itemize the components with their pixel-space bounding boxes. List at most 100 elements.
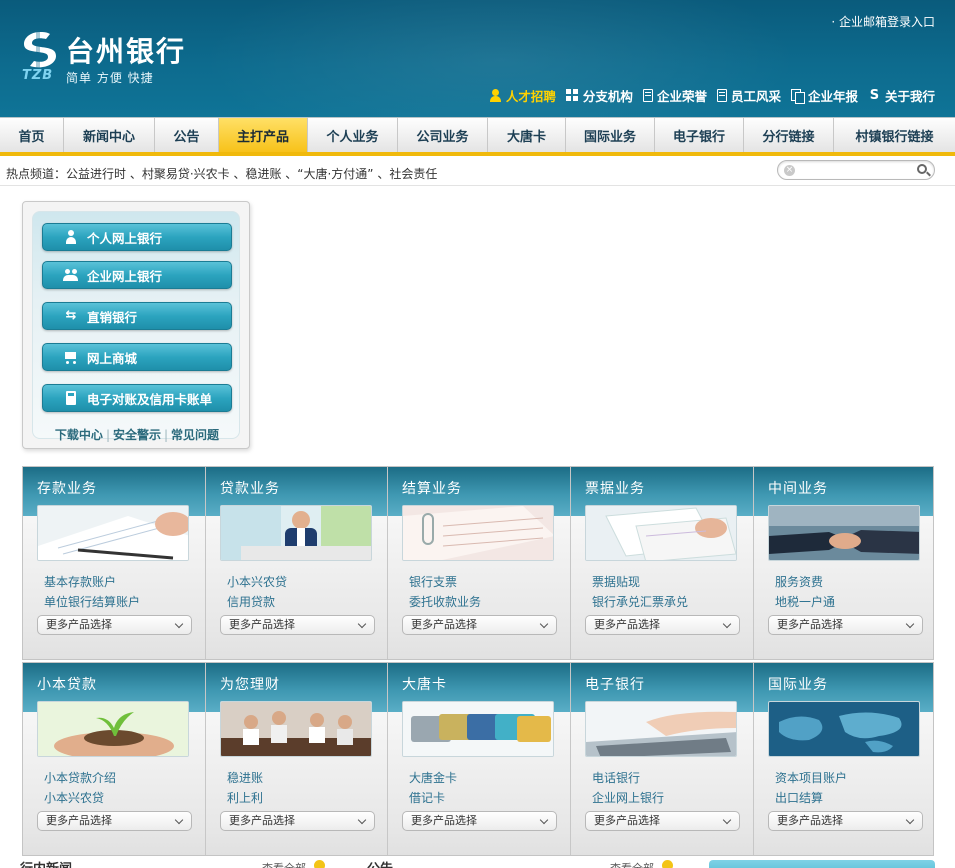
e-statement-button[interactable]: 电子对账及信用卡账单 [42, 384, 232, 412]
select-label: 更多产品选择 [46, 618, 112, 631]
online-mall-button[interactable]: 网上商城 [42, 343, 232, 371]
card-title[interactable]: 国际业务 [768, 674, 828, 694]
nav-item-village-bank-links[interactable]: 村镇银行链接 [834, 118, 955, 152]
loan-image[interactable] [220, 505, 372, 561]
product-link[interactable]: 稳进账 [227, 768, 263, 788]
bill-image[interactable] [585, 505, 737, 561]
more-products-select[interactable]: 更多产品选择 [585, 811, 740, 831]
header-link-honors[interactable]: 企业荣誉 [642, 86, 707, 105]
product-link[interactable]: 出口结算 [775, 788, 847, 808]
wealth-image[interactable] [220, 701, 372, 757]
quick-access-inner: 个人网上银行 企业网上银行 ⇆ 直销银行 网上商城 电子对账及信用卡账单 下载中… [32, 211, 240, 442]
card-title[interactable]: 结算业务 [402, 478, 462, 498]
product-link[interactable]: 地税一户通 [775, 592, 835, 612]
product-link[interactable]: 资本项目账户 [775, 768, 847, 788]
more-products-select[interactable]: 更多产品选择 [220, 615, 375, 635]
nav-item-ebank[interactable]: 电子银行 [655, 118, 744, 152]
header-link-label: 企业荣誉 [656, 89, 707, 104]
more-products-select[interactable]: 更多产品选择 [768, 811, 923, 831]
nav-item-main-products[interactable]: 主打产品 [219, 118, 308, 152]
corporate-ebank-button[interactable]: 企业网上银行 [42, 261, 232, 289]
header-link-annual-report[interactable]: 企业年报 [790, 86, 858, 105]
quick-access-panel: 个人网上银行 企业网上银行 ⇆ 直销银行 网上商城 电子对账及信用卡账单 下载中… [22, 201, 250, 449]
product-link[interactable]: 企业网上银行 [592, 788, 664, 808]
more-products-select[interactable]: 更多产品选择 [37, 811, 192, 831]
more-products-select[interactable]: 更多产品选择 [402, 615, 557, 635]
nav-item-corporate[interactable]: 公司业务 [398, 118, 488, 152]
direct-bank-button[interactable]: ⇆ 直销银行 [42, 302, 232, 330]
product-link[interactable]: 信用贷款 [227, 592, 287, 612]
product-link[interactable]: 大唐金卡 [409, 768, 457, 788]
news-section-title: 行内新闻 [20, 858, 72, 868]
product-link[interactable]: 票据贴现 [592, 572, 688, 592]
nav-item-branch-links[interactable]: 分行链接 [744, 118, 834, 152]
select-label: 更多产品选择 [229, 814, 295, 827]
product-card-ebank: 电子银行 电话银行 企业网上银行 更多产品选择 [571, 663, 754, 855]
card-title[interactable]: 大唐卡 [402, 674, 447, 694]
product-link[interactable]: 服务资费 [775, 572, 835, 592]
deposit-image[interactable] [37, 505, 189, 561]
faq-link[interactable]: 常见问题 [171, 428, 219, 442]
nav-item-home[interactable]: 首页 [0, 118, 64, 152]
nav-item-personal[interactable]: 个人业务 [308, 118, 398, 152]
card-title[interactable]: 中间业务 [768, 478, 828, 498]
product-link[interactable]: 委托收款业务 [409, 592, 481, 612]
datang-card-image[interactable] [402, 701, 554, 757]
more-products-select[interactable]: 更多产品选择 [768, 615, 923, 635]
card-title[interactable]: 存款业务 [37, 478, 97, 498]
product-link[interactable]: 小本兴农贷 [44, 788, 116, 808]
quick-button-label: 个人网上银行 [87, 230, 163, 246]
settlement-image[interactable] [402, 505, 554, 561]
product-card-bill: 票据业务 票据贴现 银行承兑汇票承兑 更多产品选择 [571, 467, 754, 659]
chevron-down-icon [174, 619, 184, 629]
download-center-link[interactable]: 下载中心 [55, 428, 103, 442]
clear-icon[interactable]: × [784, 165, 795, 176]
header-link-staff[interactable]: 员工风采 [716, 86, 781, 105]
product-link[interactable]: 基本存款账户 [44, 572, 140, 592]
personal-ebank-button[interactable]: 个人网上银行 [42, 223, 232, 251]
header-link-about[interactable]: S 关于我行 [868, 86, 935, 105]
card-title[interactable]: 电子银行 [585, 674, 645, 694]
search-icon[interactable] [917, 164, 927, 174]
hot-channel-text[interactable]: 热点频道：公益进行时 、村聚易贷·兴农卡 、稳进账 、“大唐·方付通” 、社会责… [6, 165, 437, 182]
card-links: 稳进账 利上利 [227, 768, 263, 808]
card-title[interactable]: 贷款业务 [220, 478, 280, 498]
more-products-select[interactable]: 更多产品选择 [220, 811, 375, 831]
chevron-down-icon [905, 815, 915, 825]
intermediary-image[interactable] [768, 505, 920, 561]
nav-item-datang-card[interactable]: 大唐卡 [488, 118, 566, 152]
nav-item-news[interactable]: 新闻中心 [64, 118, 155, 152]
product-link[interactable]: 利上利 [227, 788, 263, 808]
bank-logo[interactable]: 台州银行 TZB 简单 方便 快捷 [20, 28, 200, 88]
nav-item-notice[interactable]: 公告 [155, 118, 219, 152]
logo-s-icon: S [869, 88, 880, 103]
news-view-all-link[interactable]: 查看全部 [262, 860, 306, 868]
notice-view-all-link[interactable]: 查看全部 [610, 860, 654, 868]
product-link[interactable]: 电话银行 [592, 768, 664, 788]
more-icon[interactable] [314, 860, 325, 868]
card-title[interactable]: 票据业务 [585, 478, 645, 498]
header-link-recruitment[interactable]: 人才招聘 [489, 86, 556, 105]
nav-item-international[interactable]: 国际业务 [566, 118, 655, 152]
international-image[interactable] [768, 701, 920, 757]
more-icon[interactable] [662, 860, 673, 868]
enterprise-mail-login-link[interactable]: · 企业邮箱登录入口 [831, 13, 935, 30]
chevron-down-icon [174, 815, 184, 825]
product-link[interactable]: 银行支票 [409, 572, 481, 592]
more-products-select[interactable]: 更多产品选择 [37, 615, 192, 635]
product-link[interactable]: 借记卡 [409, 788, 457, 808]
card-title[interactable]: 为您理财 [220, 674, 280, 694]
more-products-select[interactable]: 更多产品选择 [585, 615, 740, 635]
security-warning-link[interactable]: 安全警示 [113, 428, 161, 442]
header-link-branches[interactable]: 分支机构 [565, 86, 633, 105]
ebank-image[interactable] [585, 701, 737, 757]
product-link[interactable]: 小本贷款介绍 [44, 768, 116, 788]
search-input[interactable] [800, 163, 910, 177]
product-link[interactable]: 银行承兑汇票承兑 [592, 592, 688, 612]
product-link[interactable]: 单位银行结算账户 [44, 592, 140, 612]
card-title[interactable]: 小本贷款 [37, 674, 97, 694]
micro-loan-image[interactable] [37, 701, 189, 757]
product-link[interactable]: 小本兴农贷 [227, 572, 287, 592]
more-products-select[interactable]: 更多产品选择 [402, 811, 557, 831]
chevron-down-icon [905, 619, 915, 629]
